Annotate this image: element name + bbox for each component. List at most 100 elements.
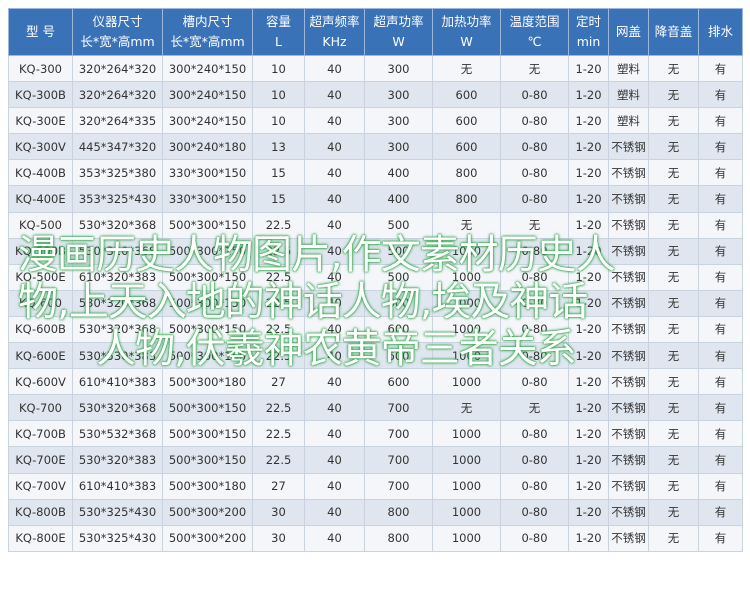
table-cell: 1-20 bbox=[568, 472, 609, 500]
table-row: KQ-300E 320*264*335 300*240*150 10 40 300 600 0… bbox=[8, 107, 743, 135]
table-cell: 22.5 bbox=[252, 289, 305, 317]
table-cell: 不锈钢 bbox=[608, 159, 649, 187]
header-row: 型 号仪器尺寸 长*宽*高mm 槽内尺寸 长*宽*高mm 容量 L 超声频率 KHz 超声功率 W… bbox=[8, 8, 743, 56]
table-cell: 40 bbox=[304, 315, 365, 344]
table-cell: 0-80 bbox=[500, 420, 569, 448]
model-cell: KQ-300 bbox=[8, 54, 73, 83]
table-cell: 700 bbox=[364, 420, 433, 448]
column-header-title: 排水 bbox=[707, 24, 733, 39]
table-cell: 0-80 bbox=[500, 289, 569, 317]
model-cell: KQ-500E bbox=[8, 263, 73, 291]
table-cell: 500*300*150 bbox=[162, 446, 253, 474]
column-header-title: 型 号 bbox=[26, 24, 55, 39]
model-cell: KQ-500 bbox=[8, 211, 73, 239]
table-cell: 有 bbox=[698, 420, 743, 448]
table-cell: 40 bbox=[304, 237, 365, 265]
model-cell: KQ-600E bbox=[8, 342, 73, 370]
table-cell: 1000 bbox=[432, 524, 501, 552]
table-row: KQ-800B 530*325*430 500*300*200 30 40 800 1000… bbox=[8, 498, 743, 526]
table-cell: 610*320*383 bbox=[72, 263, 163, 291]
table-cell: 0-80 bbox=[500, 81, 569, 109]
table-cell: 无 bbox=[648, 185, 699, 213]
table-cell: 530*320*383 bbox=[72, 446, 163, 474]
table-cell: 530*320*368 bbox=[72, 211, 163, 239]
table-cell: 500*300*180 bbox=[162, 472, 253, 500]
table-cell: 353*325*380 bbox=[72, 159, 163, 187]
model-cell: KQ-800B bbox=[8, 498, 73, 526]
table-cell: 有 bbox=[698, 185, 743, 213]
table-cell: 40 bbox=[304, 472, 365, 500]
table-cell: 无 bbox=[500, 211, 569, 239]
table-cell: 10 bbox=[252, 81, 305, 109]
table-body: KQ-300 320*264*320 300*240*150 10 40 300 无无 1-2… bbox=[8, 54, 743, 552]
table-cell: 无 bbox=[500, 54, 569, 83]
table-row: KQ-700V 610*410*383 500*300*180 27 40 700 1000… bbox=[8, 472, 743, 500]
table-cell: 1-20 bbox=[568, 185, 609, 213]
column-header: 超声功率 W bbox=[364, 8, 433, 56]
column-header-title: 槽内尺寸 bbox=[182, 14, 233, 29]
table-cell: 10 bbox=[252, 54, 305, 83]
table-cell: 无 bbox=[432, 394, 501, 422]
table-cell: 1-20 bbox=[568, 54, 609, 83]
table-cell: 530*530*383 bbox=[72, 342, 163, 370]
column-header-unit: KHz bbox=[322, 34, 347, 49]
spec-table: 型 号仪器尺寸 长*宽*高mm 槽内尺寸 长*宽*高mm 容量 L 超声频率 KHz 超声功率 W… bbox=[8, 8, 743, 552]
table-cell: 500*300*150 bbox=[162, 315, 253, 344]
table-cell: 1-20 bbox=[568, 446, 609, 474]
table-cell: 1-20 bbox=[568, 394, 609, 422]
table-cell: 1000 bbox=[432, 263, 501, 291]
model-cell: KQ-700B bbox=[8, 420, 73, 448]
model-cell: KQ-300E bbox=[8, 107, 73, 135]
table-cell: 600 bbox=[364, 368, 433, 396]
table-cell: 有 bbox=[698, 394, 743, 422]
model-cell: KQ-300V bbox=[8, 133, 73, 161]
table-cell: 0-80 bbox=[500, 133, 569, 161]
table-cell: 610*410*383 bbox=[72, 368, 163, 396]
table-cell: 1000 bbox=[432, 237, 501, 265]
table-cell: 1-20 bbox=[568, 524, 609, 552]
table-cell: 500*300*150 bbox=[162, 289, 253, 317]
table-cell: 有 bbox=[698, 211, 743, 239]
table-cell: 无 bbox=[648, 342, 699, 370]
table-cell: 22.5 bbox=[252, 211, 305, 239]
table-cell: 不锈钢 bbox=[608, 289, 649, 317]
column-header-title: 降音盖 bbox=[654, 24, 693, 39]
table-cell: 500*300*200 bbox=[162, 498, 253, 526]
table-cell: 不锈钢 bbox=[608, 342, 649, 370]
table-cell: 0-80 bbox=[500, 159, 569, 187]
table-cell: 不锈钢 bbox=[608, 185, 649, 213]
table-cell: 500 bbox=[364, 263, 433, 291]
table-cell: 40 bbox=[304, 420, 365, 448]
table-row: KQ-800E 530*325*430 500*300*200 30 40 800 1000… bbox=[8, 524, 743, 552]
table-cell: 530*320*368 bbox=[72, 315, 163, 344]
table-cell: 1000 bbox=[432, 315, 501, 344]
table-cell: 无 bbox=[500, 394, 569, 422]
model-cell: KQ-600B bbox=[8, 315, 73, 344]
table-cell: 有 bbox=[698, 524, 743, 552]
table-cell: 330*300*150 bbox=[162, 159, 253, 187]
table-cell: 1-20 bbox=[568, 133, 609, 161]
table-cell: 0-80 bbox=[500, 368, 569, 396]
table-cell: 320*264*320 bbox=[72, 81, 163, 109]
model-cell: KQ-400B bbox=[8, 159, 73, 187]
table-cell: 1-20 bbox=[568, 81, 609, 109]
table-cell: 有 bbox=[698, 159, 743, 187]
table-cell: 不锈钢 bbox=[608, 315, 649, 344]
table-cell: 22.5 bbox=[252, 446, 305, 474]
table-cell: 1-20 bbox=[568, 159, 609, 187]
model-cell: KQ-400E bbox=[8, 185, 73, 213]
table-row: KQ-500 530*320*368 500*300*150 22.5 40 500 无无 1… bbox=[8, 211, 743, 239]
table-cell: 353*325*430 bbox=[72, 185, 163, 213]
table-cell: 1-20 bbox=[568, 315, 609, 344]
table-cell: 无 bbox=[648, 368, 699, 396]
table-cell: 500*300*150 bbox=[162, 237, 253, 265]
model-cell: KQ-800E bbox=[8, 524, 73, 552]
table-cell: 500 bbox=[364, 211, 433, 239]
table-cell: 300*240*180 bbox=[162, 133, 253, 161]
table-cell: 有 bbox=[698, 315, 743, 344]
table-cell: 610*410*383 bbox=[72, 472, 163, 500]
table-cell: 700 bbox=[364, 472, 433, 500]
table-cell: 1-20 bbox=[568, 237, 609, 265]
table-cell: 塑料 bbox=[608, 81, 649, 109]
table-cell: 500 bbox=[364, 237, 433, 265]
